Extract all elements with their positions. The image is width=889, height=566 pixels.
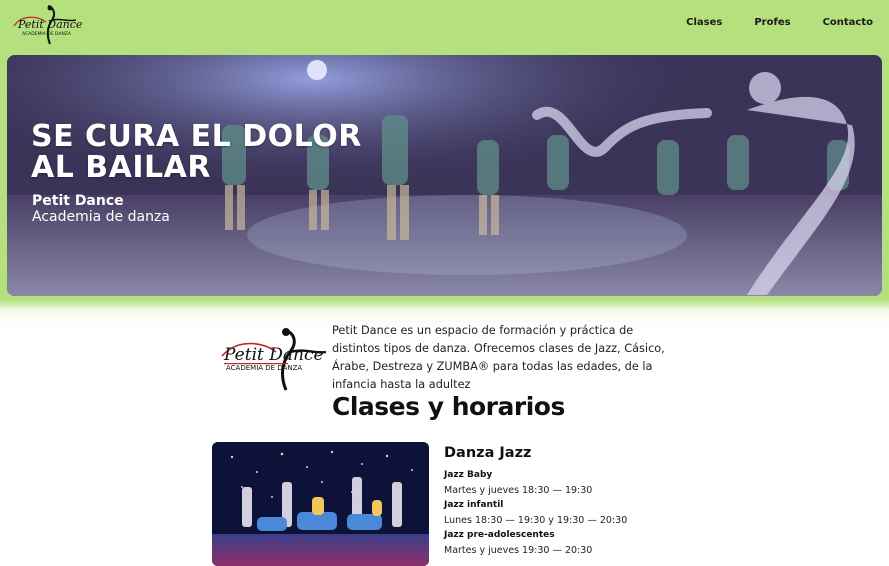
svg-text:ACADEMIA DE DANZA: ACADEMIA DE DANZA: [22, 31, 72, 37]
section-title-clases: Clases y horarios: [332, 392, 565, 421]
nav-link-profes[interactable]: Profes: [754, 17, 790, 28]
class-schedule: Jazz Baby Martes y jueves 18:30 — 19:30 …: [444, 468, 744, 558]
nav-link-clases[interactable]: Clases: [686, 17, 722, 28]
about-logo: Petit Dance ACADEMIA DE DANZA: [214, 326, 332, 394]
hero-title: SE CURA EL DOLOR AL BAILAR: [31, 121, 391, 183]
schedule-group-time: Martes y jueves 18:30 — 19:30: [444, 485, 593, 496]
class-image-danza-jazz: [212, 442, 429, 566]
hero-title-line2: AL BAILAR: [31, 150, 211, 185]
site-header: Petit Dance ACADEMIA DE DANZA Clases Pro…: [0, 0, 889, 52]
logo-wordmark: Petit Dance: [223, 345, 324, 365]
page: Petit Dance ACADEMIA DE DANZA Clases Pro…: [0, 0, 889, 566]
dancer-logo-icon: Petit Dance ACADEMIA DE DANZA: [221, 328, 327, 391]
site-logo[interactable]: Petit Dance ACADEMIA DE DANZA: [8, 4, 84, 48]
about-description: Petit Dance es un espacio de formación y…: [332, 324, 665, 391]
schedule-group-name: Jazz Baby: [444, 470, 493, 480]
dancer-logo-icon: Petit Dance ACADEMIA DE DANZA: [13, 5, 83, 45]
schedule-group: Jazz pre-adolescentes Martes y jueves 19…: [444, 528, 744, 558]
svg-text:Petit Dance: Petit Dance: [17, 18, 83, 31]
schedule-group: Jazz Baby Martes y jueves 18:30 — 19:30: [444, 468, 744, 498]
schedule-group-name: Jazz infantil: [444, 500, 504, 510]
schedule-group: Jazz infantil Lunes 18:30 — 19:30 y 19:3…: [444, 498, 744, 528]
hero-title-line1: SE CURA EL DOLOR: [31, 119, 362, 154]
logo-tagline: ACADEMIA DE DANZA: [226, 364, 302, 372]
hero-banner: SE CURA EL DOLOR AL BAILAR Petit Dance A…: [7, 55, 882, 296]
schedule-group-time: Lunes 18:30 — 19:30 y 19:30 — 20:30: [444, 515, 628, 526]
main-nav: Clases Profes Contacto: [654, 17, 873, 28]
class-title: Danza Jazz: [444, 445, 532, 461]
hero-subtitle: Academia de danza: [32, 209, 170, 225]
schedule-group-name: Jazz pre-adolescentes: [444, 530, 555, 540]
class-photo: [212, 442, 429, 566]
schedule-group-time: Martes y jueves 19:30 — 20:30: [444, 545, 593, 556]
hero-brand: Petit Dance: [32, 193, 124, 209]
nav-link-contacto[interactable]: Contacto: [823, 17, 873, 28]
